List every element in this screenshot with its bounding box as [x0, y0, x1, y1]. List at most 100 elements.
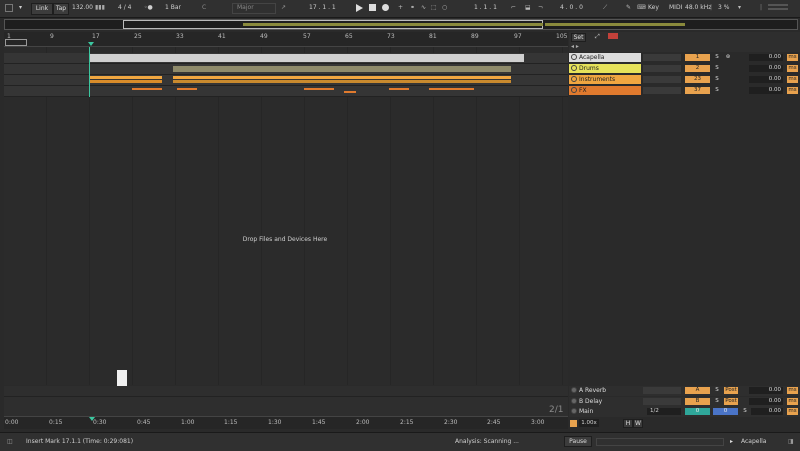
delay-unit[interactable]: ms [787, 65, 798, 72]
play-icon[interactable] [356, 4, 363, 12]
track-activator-icon[interactable] [571, 87, 577, 93]
solo-button[interactable]: S [713, 54, 721, 61]
loop-brace[interactable] [5, 39, 27, 46]
post-button[interactable]: Post [724, 387, 738, 394]
zoom-icon[interactable] [570, 420, 577, 427]
send-b-knob[interactable]: 0 [713, 408, 738, 415]
acapella-clip[interactable] [90, 54, 524, 62]
device-slot[interactable] [643, 398, 681, 405]
device-view-icon[interactable]: ◨ [788, 438, 794, 445]
draw-mode-icon[interactable]: ⟋ [603, 4, 607, 12]
pause-button[interactable]: Pause [564, 436, 592, 447]
punch-out-icon[interactable]: ¬ [538, 4, 543, 11]
fx-clip-3[interactable] [304, 88, 334, 90]
w-button[interactable]: W [633, 419, 643, 428]
arrangement-position[interactable]: 17 . 1 . 1 [309, 4, 336, 11]
link-button[interactable]: Link [31, 3, 53, 15]
expand-icon[interactable]: ⤢ [595, 33, 600, 41]
drums-clip[interactable] [173, 66, 511, 72]
arrangement-overview[interactable] [4, 19, 798, 30]
scale-dropdown[interactable] [232, 3, 276, 14]
metronome-icon[interactable]: ◦● [144, 4, 153, 11]
track-volume[interactable]: 0.00 [751, 408, 783, 415]
track-name-fx[interactable]: FX [569, 86, 641, 95]
device-slot[interactable] [643, 87, 681, 94]
key-root-select[interactable]: C [202, 4, 206, 11]
pencil-icon[interactable]: ✎ [626, 4, 631, 11]
delay-unit[interactable]: ms [787, 408, 798, 415]
arm-icon[interactable]: ⊛ [724, 54, 732, 61]
loop-start-field[interactable]: 1 . 1 . 1 [474, 4, 497, 11]
track-name-instruments[interactable]: Instruments [569, 75, 641, 84]
scroll-arrows-icon[interactable]: ◂ ▸ [571, 43, 579, 50]
instruments-clip-2[interactable] [90, 80, 162, 83]
set-button[interactable]: Set [571, 33, 586, 42]
solo-button[interactable]: S [713, 87, 721, 94]
menu-chevron-icon[interactable]: ▾ [19, 4, 22, 11]
main-routing-select[interactable]: 1/2 [647, 408, 681, 415]
zoom-field[interactable]: 1.00x [579, 419, 599, 427]
delay-unit[interactable]: ms [787, 87, 798, 94]
instruments-clip-1[interactable] [90, 76, 162, 79]
record-icon[interactable] [382, 4, 389, 11]
return-letter[interactable]: B [685, 398, 710, 405]
track-activator-icon[interactable] [571, 76, 577, 82]
fx-clip-6[interactable] [429, 88, 474, 90]
quantize-menu[interactable]: 1 Bar [165, 4, 181, 11]
device-slot[interactable] [643, 76, 681, 83]
return-name-a-reverb[interactable]: A Reverb [569, 386, 641, 395]
info-view-icon[interactable]: ◫ [7, 438, 13, 445]
beat-ruler[interactable]: 1 9 17 25 33 41 49 57 65 73 81 89 97 105 [4, 32, 568, 47]
time-ruler[interactable]: 0:00 0:15 0:30 0:45 1:00 1:15 1:30 1:45 … [4, 416, 568, 429]
tap-button[interactable]: Tap [53, 3, 69, 15]
stop-icon[interactable] [369, 4, 376, 11]
fx-clip-5[interactable] [389, 88, 409, 90]
device-slot[interactable] [643, 65, 681, 72]
track-number[interactable]: 2 [685, 65, 710, 72]
return-letter[interactable]: A [685, 387, 710, 394]
track-volume[interactable]: 0.00 [749, 87, 783, 94]
track-number[interactable]: 1 [685, 54, 710, 61]
key-map-button[interactable]: Key [648, 4, 659, 11]
overdub-icon[interactable]: + [398, 4, 403, 11]
track-name-acapella[interactable]: Acapella [569, 53, 641, 62]
record-arm-all-icon[interactable] [608, 33, 618, 39]
punch-in-icon[interactable]: ⌐ [511, 4, 516, 11]
fx-clip-2[interactable] [177, 88, 197, 90]
post-button[interactable]: Post [724, 398, 738, 405]
midi-map-button[interactable]: MIDI [669, 4, 682, 11]
capture-icon[interactable]: ∿ [421, 4, 426, 11]
solo-button[interactable]: S [713, 387, 721, 394]
track-volume[interactable]: 0.00 [749, 65, 783, 72]
window-icon[interactable] [5, 4, 13, 12]
track-activator-icon[interactable] [571, 398, 577, 404]
device-slot[interactable] [643, 387, 681, 394]
instruments-clip-3[interactable] [173, 76, 511, 79]
send-a-knob[interactable]: 0 [685, 408, 710, 415]
track-activator-icon[interactable] [571, 65, 577, 71]
solo-button[interactable]: S [741, 408, 749, 415]
track-volume[interactable]: 0.00 [749, 387, 783, 394]
track-activator-icon[interactable] [571, 408, 577, 414]
track-activator-icon[interactable] [571, 387, 577, 393]
return-name-b-delay[interactable]: B Delay [569, 397, 641, 406]
track-volume[interactable]: 0.00 [749, 398, 783, 405]
track-name-drums[interactable]: Drums [569, 64, 641, 73]
tempo-field[interactable]: 132.00 [72, 4, 93, 11]
loop-length-field[interactable]: 4 . 0 . 0 [560, 4, 583, 11]
track-activator-icon[interactable] [571, 54, 577, 60]
delay-unit[interactable]: ms [787, 76, 798, 83]
solo-button[interactable]: S [713, 65, 721, 72]
cpu-chevron-icon[interactable]: ▾ [738, 4, 741, 11]
follow-icon[interactable]: ↗ [281, 4, 286, 11]
solo-button[interactable]: S [713, 398, 721, 405]
track-volume[interactable]: 0.00 [749, 76, 783, 83]
delay-unit[interactable]: ms [787, 54, 798, 61]
delay-unit[interactable]: ms [787, 398, 798, 405]
track-number[interactable]: 37 [685, 87, 710, 94]
arrangement-view[interactable] [4, 47, 568, 385]
computer-midi-icon[interactable]: ⌨ [637, 4, 646, 11]
session-record-icon[interactable]: ⬚ [431, 4, 437, 11]
fx-clip-4[interactable] [344, 91, 356, 93]
return-lane-a-reverb[interactable] [4, 386, 568, 397]
